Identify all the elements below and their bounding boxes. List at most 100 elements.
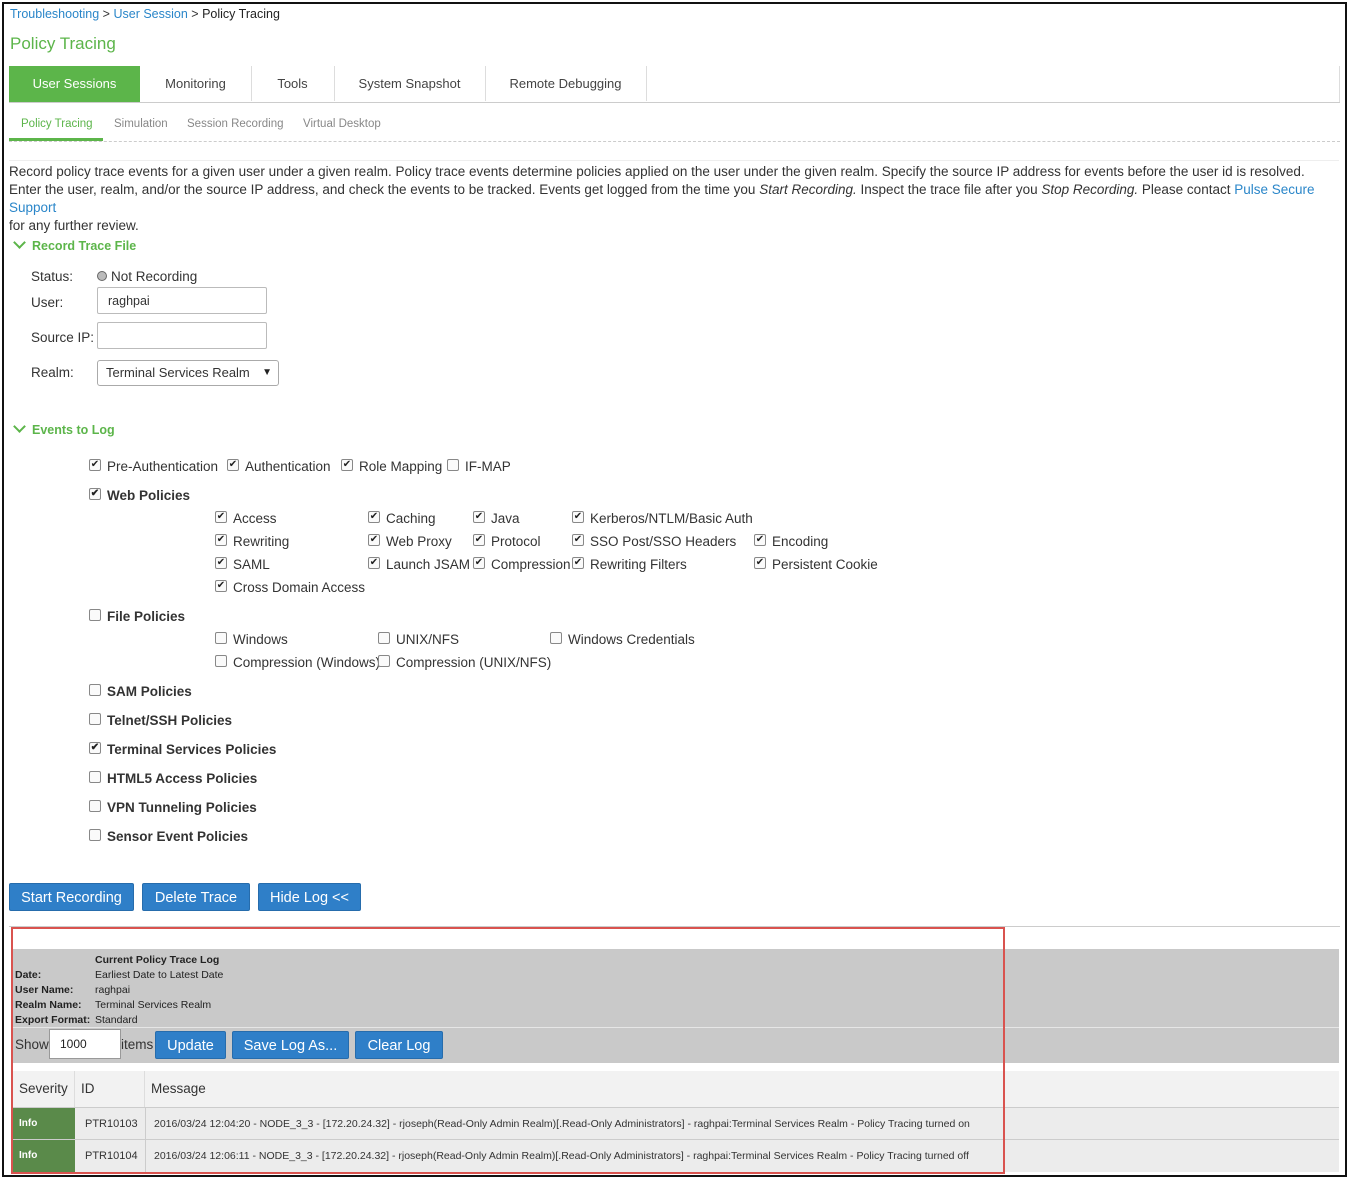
checkbox-rewriting-filters[interactable]: ✔ Rewriting Filters (572, 557, 687, 572)
divider (9, 926, 1340, 927)
checkbox-sso-post[interactable]: ✔ SSO Post/SSO Headers (572, 534, 736, 549)
row-message: 2016/03/24 12:04:20 - NODE_3_3 - [172.20… (154, 1118, 970, 1130)
log-panel: Current Policy Trace Log Date: Earliest … (13, 949, 1339, 1063)
description: Record policy trace events for a given u… (9, 160, 1339, 235)
tab-tools[interactable]: Tools (251, 66, 335, 101)
checkbox-access[interactable]: ✔ Access (215, 511, 277, 526)
tab-remote-debugging[interactable]: Remote Debugging (485, 66, 647, 101)
checkbox-web-policies[interactable]: ✔ Web Policies (89, 488, 190, 503)
checkbox-java[interactable]: ✔ Java (473, 511, 520, 526)
checkbox-unchecked-icon (447, 459, 459, 472)
subtab-virtual-desktop[interactable]: Virtual Desktop (303, 118, 381, 130)
column-header-severity[interactable]: Severity (13, 1071, 75, 1107)
column-header-message[interactable]: Message (145, 1071, 1339, 1107)
checkbox-checked-icon: ✔ (473, 557, 485, 570)
checkbox-telnet-ssh-policies[interactable]: Telnet/SSH Policies (89, 713, 232, 728)
checkbox-unchecked-icon (89, 713, 101, 726)
checkbox-launch-jsam[interactable]: ✔ Launch JSAM (368, 557, 470, 572)
checkbox-caching[interactable]: ✔ Caching (368, 511, 436, 526)
checkbox-terminal-services-policies[interactable]: ✔ Terminal Services Policies (89, 742, 276, 757)
severity-badge: Info (13, 1108, 75, 1140)
checkbox-sensor-event-policies[interactable]: Sensor Event Policies (89, 829, 248, 844)
realm-select[interactable]: Terminal Services Realm ▼ (97, 360, 279, 386)
show-items-input[interactable]: 1000 (49, 1029, 121, 1059)
start-recording-button[interactable]: Start Recording (9, 883, 134, 911)
row-id: PTR10104 (85, 1150, 138, 1162)
clear-log-button[interactable]: Clear Log (355, 1031, 443, 1059)
subtab-session-recording[interactable]: Session Recording (187, 118, 284, 130)
breadcrumb-separator: > (191, 7, 199, 21)
chevron-down-icon (13, 420, 26, 433)
checkbox-unchecked-icon (215, 655, 227, 668)
checkbox-unix-nfs[interactable]: UNIX/NFS (378, 632, 459, 647)
log-realm-value: Terminal Services Realm (95, 999, 212, 1011)
checkbox-vpn-tunneling-policies[interactable]: VPN Tunneling Policies (89, 800, 257, 815)
active-subtab-underline (9, 138, 103, 141)
checkbox-checked-icon: ✔ (89, 459, 101, 472)
checkbox-cross-domain-access[interactable]: ✔ Cross Domain Access (215, 580, 365, 595)
checkbox-rewriting[interactable]: ✔ Rewriting (215, 534, 289, 549)
checkbox-persistent-cookie[interactable]: ✔ Persistent Cookie (754, 557, 878, 572)
checkbox-compression-unix[interactable]: Compression (UNIX/NFS) (378, 655, 551, 670)
severity-badge: Info (13, 1140, 75, 1172)
checkbox-checked-icon: ✔ (215, 511, 227, 524)
log-separator (13, 1027, 1339, 1028)
checkbox-encoding[interactable]: ✔ Encoding (754, 534, 828, 549)
breadcrumb-current: Policy Tracing (202, 7, 280, 21)
section-record-trace-file[interactable]: Record Trace File (12, 236, 136, 253)
checkbox-checked-icon: ✔ (368, 511, 380, 524)
checkbox-if-map[interactable]: IF-MAP (447, 459, 511, 474)
row-message: 2016/03/24 12:06:11 - NODE_3_3 - [172.20… (154, 1150, 969, 1162)
user-label: User: (31, 295, 64, 310)
status-radio-icon (97, 271, 107, 282)
cell-divider (145, 1108, 146, 1140)
checkbox-saml[interactable]: ✔ SAML (215, 557, 270, 572)
checkbox-pre-authentication[interactable]: ✔ Pre-Authentication (89, 459, 218, 474)
update-button[interactable]: Update (155, 1031, 226, 1059)
checkbox-html5-access-policies[interactable]: HTML5 Access Policies (89, 771, 257, 786)
checkbox-unchecked-icon (378, 655, 390, 668)
checkbox-web-proxy[interactable]: ✔ Web Proxy (368, 534, 452, 549)
checkbox-protocol[interactable]: ✔ Protocol (473, 534, 541, 549)
breadcrumb-user-session[interactable]: User Session (113, 7, 187, 21)
checkbox-checked-icon: ✔ (473, 511, 485, 524)
checkbox-compression-windows[interactable]: Compression (Windows) (215, 655, 380, 670)
checkbox-authentication[interactable]: ✔ Authentication (227, 459, 331, 474)
show-label: Show (15, 1037, 49, 1052)
checkbox-windows[interactable]: Windows (215, 632, 288, 647)
tab-user-sessions[interactable]: User Sessions (9, 66, 140, 102)
column-header-id[interactable]: ID (75, 1071, 145, 1107)
subtab-simulation[interactable]: Simulation (114, 118, 168, 130)
checkbox-checked-icon: ✔ (473, 534, 485, 547)
checkbox-windows-credentials[interactable]: Windows Credentials (550, 632, 695, 647)
table-row[interactable]: Info PTR10103 2016/03/24 12:04:20 - NODE… (13, 1107, 1339, 1140)
status-label: Status: (31, 269, 74, 284)
cell-divider (145, 1140, 146, 1172)
checkbox-role-mapping[interactable]: ✔ Role Mapping (341, 459, 442, 474)
checkbox-compression[interactable]: ✔ Compression (473, 557, 571, 572)
hide-log-button[interactable]: Hide Log << (258, 883, 361, 911)
checkbox-kerberos[interactable]: ✔ Kerberos/NTLM/Basic Auth (572, 511, 753, 526)
dropdown-arrow-icon: ▼ (262, 367, 272, 378)
items-label: items (121, 1037, 154, 1052)
log-export-value: Standard (95, 1014, 138, 1026)
checkbox-sam-policies[interactable]: SAM Policies (89, 684, 192, 699)
checkbox-checked-icon: ✔ (754, 557, 766, 570)
source-ip-input[interactable] (97, 322, 267, 349)
section-events-to-log[interactable]: Events to Log (12, 420, 115, 437)
checkbox-file-policies[interactable]: File Policies (89, 609, 185, 624)
breadcrumb-troubleshooting[interactable]: Troubleshooting (10, 7, 99, 21)
checkbox-checked-icon: ✔ (215, 557, 227, 570)
realm-label: Realm: (31, 365, 74, 380)
delete-trace-button[interactable]: Delete Trace (142, 883, 250, 911)
checkbox-unchecked-icon (89, 771, 101, 784)
table-row[interactable]: Info PTR10104 2016/03/24 12:06:11 - NODE… (13, 1139, 1339, 1172)
log-title: Current Policy Trace Log (95, 954, 220, 966)
subtab-policy-tracing[interactable]: Policy Tracing (21, 118, 93, 130)
save-log-as-button[interactable]: Save Log As... (232, 1031, 349, 1059)
tab-monitoring[interactable]: Monitoring (140, 66, 252, 101)
page-title: Policy Tracing (10, 34, 116, 53)
tab-system-snapshot[interactable]: System Snapshot (334, 66, 486, 101)
user-input[interactable]: raghpai (97, 287, 267, 314)
checkbox-checked-icon: ✔ (368, 557, 380, 570)
